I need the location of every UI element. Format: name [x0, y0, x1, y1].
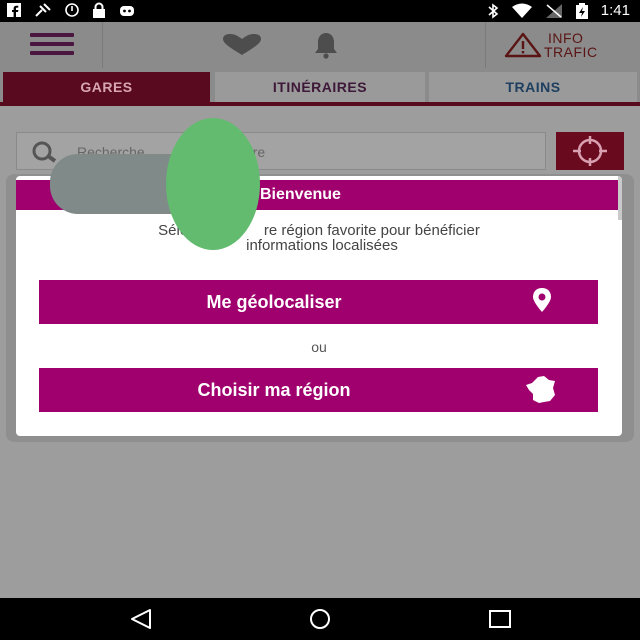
signal-icon: [545, 3, 562, 18]
tab-bar: GARES ITINÉRAIRES TRAINS: [0, 68, 640, 106]
menu-button[interactable]: [0, 22, 103, 68]
tab-itineraires[interactable]: ITINÉRAIRES: [215, 72, 425, 102]
battery-icon: [575, 2, 588, 19]
france-map-icon: [526, 376, 555, 403]
dialog-message: Sélectionre région favorite pour bénéfic…: [16, 223, 622, 253]
tab-trains[interactable]: TRAINS: [429, 72, 637, 102]
geolocate-label: Me géolocaliser: [206, 292, 342, 312]
hamburger-icon-line: [30, 51, 74, 55]
tab-underline: [0, 102, 640, 106]
info-trafic-button[interactable]: INFO TRAFIC: [485, 22, 640, 68]
app-header: INFO TRAFIC: [0, 22, 640, 68]
trafic-label: TRAFIC: [544, 44, 598, 60]
info-label: INFO: [548, 30, 584, 46]
crosshair-icon: [573, 136, 607, 166]
lock-icon: [93, 2, 105, 18]
warning-icon: [504, 32, 542, 58]
tab-gares[interactable]: GARES: [3, 72, 210, 102]
search-icon: [32, 141, 57, 163]
location-pin-icon: [533, 288, 551, 312]
back-icon[interactable]: [128, 608, 154, 630]
dialog-message-line2: informations localisées: [246, 237, 398, 254]
welcome-dialog: Bienvenue Sélectionre région favorite po…: [16, 176, 622, 436]
redaction-blob-green: [166, 118, 260, 250]
choose-region-label: Choisir ma région: [197, 380, 351, 400]
header-center: [103, 22, 486, 68]
status-bar: 1:41: [0, 0, 640, 22]
android-nav-bar: [0, 598, 640, 640]
clock: 1:41: [600, 2, 630, 19]
hamburger-icon: [30, 33, 74, 37]
facebook-icon: [7, 3, 21, 18]
dialog-title: Bienvenue: [260, 186, 341, 203]
android-icon: [120, 6, 134, 16]
home-icon[interactable]: [306, 608, 334, 630]
satellite-icon: [35, 3, 51, 17]
dialog-scrollbar[interactable]: [618, 176, 622, 220]
choose-region-button[interactable]: Choisir ma région: [39, 368, 598, 412]
heart-icon[interactable]: [221, 33, 263, 57]
recents-icon[interactable]: [487, 608, 513, 630]
hamburger-icon-line: [30, 42, 74, 46]
alarm-icon: [65, 3, 79, 17]
wifi-icon: [511, 3, 532, 18]
geolocate-button[interactable]: Me géolocaliser: [39, 280, 598, 324]
bell-icon[interactable]: [311, 30, 341, 60]
separator-ou: ou: [311, 339, 327, 355]
locate-me-button[interactable]: [556, 132, 624, 170]
bluetooth-icon: [488, 2, 499, 19]
